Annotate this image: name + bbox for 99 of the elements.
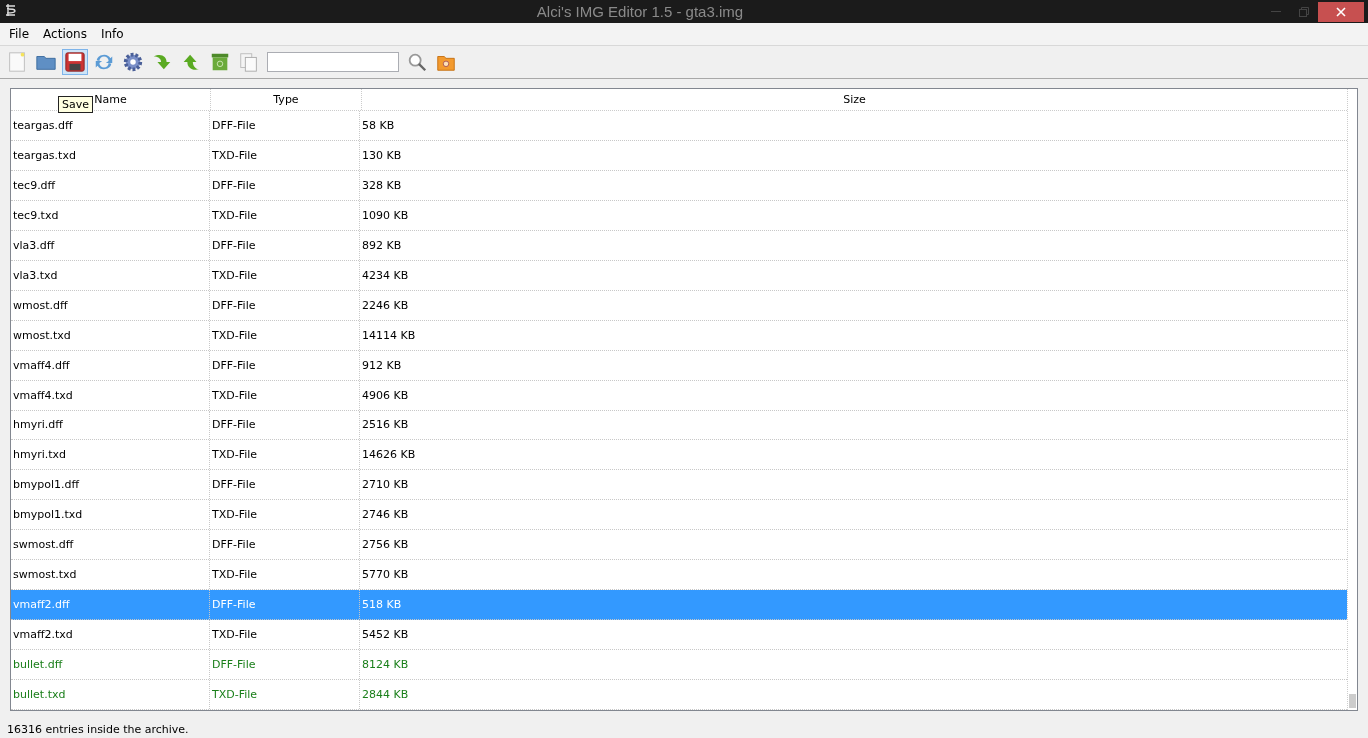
column-header[interactable]: Size	[362, 89, 1347, 110]
table-cell: bmypol1.txd	[11, 500, 210, 530]
close-button[interactable]	[1318, 1, 1364, 22]
table-cell: bullet.dff	[11, 650, 210, 680]
table-cell: TXD-File	[210, 260, 360, 290]
table-cell-text: 2844 KB	[361, 687, 410, 704]
table-cell-text: 2746 KB	[361, 507, 410, 524]
status-text: 16316 entries inside the archive.	[6, 722, 190, 738]
table-cell: vmaff2.dff	[11, 590, 210, 620]
table-row[interactable]: teargas.txd TXD-File 130 KB	[11, 140, 1347, 171]
table-cell: TXD-File	[210, 320, 360, 350]
table-cell: tec9.txd	[11, 200, 210, 230]
table-row[interactable]: bmypol1.txd TXD-File 2746 KB	[11, 500, 1347, 531]
table-row[interactable]: bmypol1.dff DFF-File 2710 KB	[11, 470, 1347, 501]
table-cell-text: 2710 KB	[361, 477, 410, 494]
table-row[interactable]: vla3.dff DFF-File 892 KB	[11, 230, 1347, 261]
table-cell: vla3.dff	[11, 230, 210, 260]
table-cell: teargas.txd	[11, 140, 210, 170]
table-row[interactable]: tec9.dff DFF-File 328 KB	[11, 170, 1347, 201]
table-row[interactable]: swmost.dff DFF-File 2756 KB	[11, 530, 1347, 561]
tooltip: Save	[58, 96, 93, 113]
table-cell: swmost.txd	[11, 560, 210, 590]
table-cell-text: 518 KB	[361, 597, 403, 614]
table-cell-text: 4234 KB	[361, 267, 410, 284]
table-cell: DFF-File	[210, 290, 360, 320]
column-header[interactable]: Type	[211, 89, 362, 110]
table-cell: DFF-File	[210, 470, 360, 500]
table-cell: vla3.txd	[11, 260, 210, 290]
table-cell: DFF-File	[210, 110, 360, 140]
table-row[interactable]: wmost.dff DFF-File 2246 KB	[11, 290, 1347, 321]
table-row[interactable]: hmyri.dff DFF-File 2516 KB	[11, 410, 1347, 441]
table-row[interactable]: tec9.txd TXD-File 1090 KB	[11, 200, 1347, 231]
table-cell-text: 2756 KB	[361, 537, 410, 554]
table-row[interactable]: vmaff4.dff DFF-File 912 KB	[11, 350, 1347, 381]
table-row[interactable]: vmaff2.txd TXD-File 5452 KB	[11, 620, 1347, 651]
table-row[interactable]: hmyri.txd TXD-File 14626 KB	[11, 440, 1347, 471]
table-row[interactable]: vmaff4.txd TXD-File 4906 KB	[11, 380, 1347, 411]
table-row[interactable]: bullet.txd TXD-File 2844 KB	[11, 680, 1347, 711]
table-cell: hmyri.txd	[11, 440, 210, 470]
table-cell-text: 14114 KB	[361, 327, 417, 344]
table-cell-text: 328 KB	[361, 177, 403, 194]
table-row[interactable]: vla3.txd TXD-File 4234 KB	[11, 260, 1347, 291]
new-file-icon	[6, 51, 28, 73]
table-cell: wmost.txd	[11, 320, 210, 350]
search-icon	[406, 51, 428, 73]
table-cell: bullet.txd	[11, 680, 210, 710]
table-cell-text: 1090 KB	[361, 207, 410, 224]
table-row[interactable]: bullet.dff DFF-File 8124 KB	[11, 650, 1347, 681]
gear-icon	[122, 51, 144, 73]
table-cell: TXD-File	[210, 200, 360, 230]
table-cell: teargas.dff	[11, 110, 210, 140]
table-cell: bmypol1.dff	[11, 470, 210, 500]
table-cell-text: 5770 KB	[361, 567, 410, 584]
save-button[interactable]	[62, 49, 88, 75]
table-cell: TXD-File	[210, 380, 360, 410]
table-cell: TXD-File	[210, 500, 360, 530]
table-cell: TXD-File	[210, 140, 360, 170]
table-cell: vmaff4.dff	[11, 350, 210, 380]
table-cell-text: 5452 KB	[361, 627, 410, 644]
recycle-bin-icon	[209, 51, 231, 73]
table-cell: DFF-File	[210, 410, 360, 440]
table-row[interactable]: teargas.dff DFF-File 58 KB	[11, 110, 1347, 141]
table-cell: TXD-File	[210, 560, 360, 590]
menu-item[interactable]: Info	[93, 27, 131, 41]
window-title: Alci's IMG Editor 1.5 - gta3.img	[535, 3, 745, 20]
table-cell-text: 912 KB	[361, 357, 403, 374]
table-cell: TXD-File	[210, 620, 360, 650]
table-cell-text: 14626 KB	[361, 447, 417, 464]
table-cell: tec9.dff	[11, 170, 210, 200]
scrollbar-thumb[interactable]	[1349, 694, 1356, 708]
table-cell: swmost.dff	[11, 530, 210, 560]
table-cell-text: 2516 KB	[361, 417, 410, 434]
table-cell: TXD-File	[210, 440, 360, 470]
table-cell: vmaff4.txd	[11, 380, 210, 410]
search-field[interactable]	[267, 52, 399, 72]
table-cell: TXD-File	[210, 680, 360, 710]
table-cell: DFF-File	[210, 350, 360, 380]
table-cell: DFF-File	[210, 650, 360, 680]
table-cell: DFF-File	[210, 230, 360, 260]
table-cell: DFF-File	[210, 170, 360, 200]
table-cell: hmyri.dff	[11, 410, 210, 440]
copy-icon	[238, 51, 260, 73]
table-cell: DFF-File	[210, 530, 360, 560]
scrollbar[interactable]	[1347, 89, 1357, 710]
table-cell-text: 4906 KB	[361, 387, 410, 404]
table-row[interactable]: wmost.txd TXD-File 14114 KB	[11, 320, 1347, 351]
close-icon	[1336, 6, 1346, 17]
table-cell-text: 58 KB	[361, 117, 396, 134]
table-cell: DFF-File	[210, 590, 360, 620]
table-cell-text: 8124 KB	[361, 657, 410, 674]
table-cell-text: 2246 KB	[361, 297, 410, 314]
minimize-icon	[1271, 10, 1281, 13]
menu-item[interactable]: Actions	[36, 27, 94, 41]
restore-icon	[1299, 6, 1309, 17]
table-cell-text: 892 KB	[361, 237, 403, 254]
table-cell-text: 130 KB	[361, 147, 403, 164]
table-cell: wmost.dff	[11, 290, 210, 320]
table-cell: vmaff2.txd	[11, 620, 210, 650]
menu-item[interactable]: File	[2, 27, 37, 41]
